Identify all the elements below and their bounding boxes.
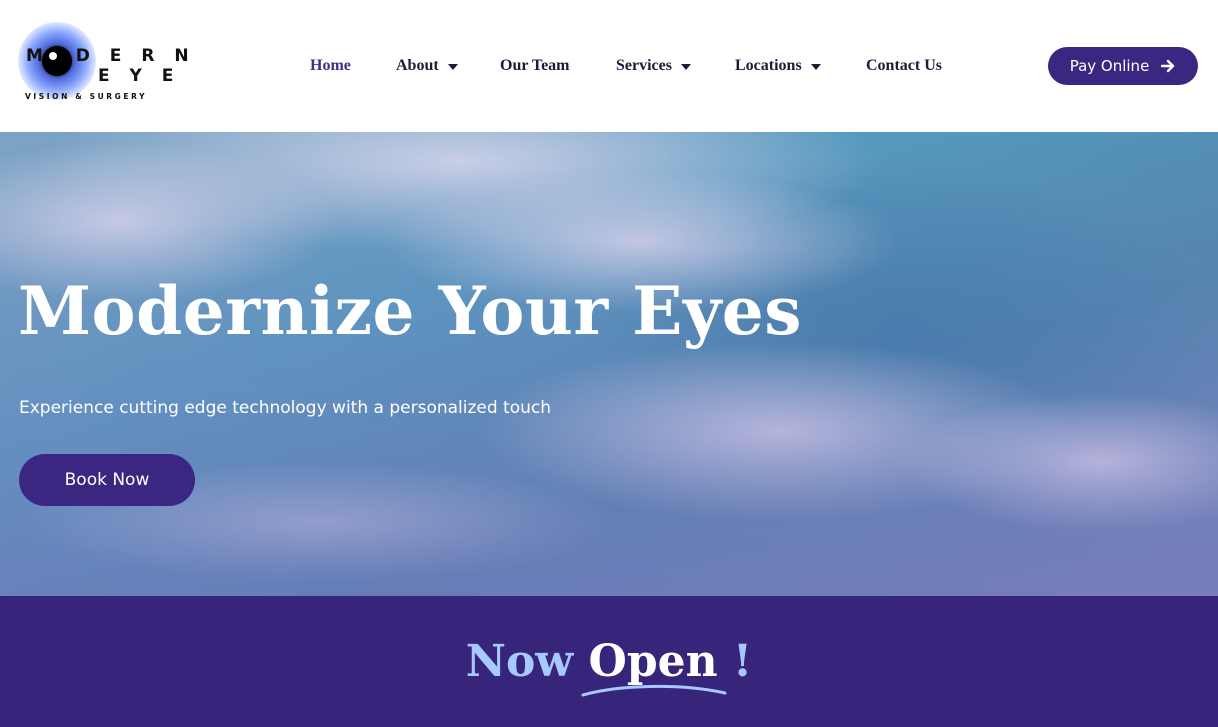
pay-online-label: Pay Online: [1069, 57, 1150, 75]
nav-our-team-label: Our Team: [500, 57, 570, 74]
nav-our-team[interactable]: Our Team: [500, 54, 570, 78]
hero-section: Modernize Your Eyes Experience cutting e…: [0, 132, 1218, 596]
chevron-down-icon[interactable]: [680, 64, 691, 70]
nav-about-label: About: [396, 57, 439, 74]
hero-title: Modernize Your Eyes: [18, 272, 802, 350]
nav-services[interactable]: Services: [616, 54, 691, 78]
now-open-section: Now Open !: [0, 596, 1218, 727]
site-header: M D E R N E Y E VISION & SURGERY Home Ab…: [0, 0, 1218, 132]
nav-contact-us-label: Contact Us: [866, 57, 942, 74]
logo-text-tagline: VISION & SURGERY: [25, 92, 148, 101]
nav-contact-us[interactable]: Contact Us: [866, 54, 942, 78]
heading-word-now: Now: [465, 636, 574, 687]
nav-home[interactable]: Home: [310, 54, 351, 78]
pay-online-button[interactable]: Pay Online: [1048, 47, 1198, 85]
logo-text-eye: E Y E: [98, 66, 181, 86]
chevron-down-icon[interactable]: [447, 64, 458, 70]
book-now-button[interactable]: Book Now: [19, 454, 195, 506]
heading-exclamation: !: [732, 636, 753, 687]
hero-background-image: [0, 132, 1218, 596]
nav-locations-label: Locations: [735, 57, 802, 74]
book-now-label: Book Now: [64, 470, 150, 490]
nav-services-label: Services: [616, 57, 672, 74]
site-logo[interactable]: M D E R N E Y E VISION & SURGERY: [16, 20, 189, 104]
nav-locations[interactable]: Locations: [735, 54, 821, 78]
heading-word-open: Open: [581, 636, 727, 697]
nav-about[interactable]: About: [396, 54, 458, 78]
chevron-down-icon[interactable]: [810, 64, 821, 70]
arrow-right-icon: [1161, 59, 1176, 73]
hero-subtitle: Experience cutting edge technology with …: [19, 398, 552, 418]
brush-underline-icon: [581, 684, 727, 697]
nav-home-label: Home: [310, 57, 351, 74]
now-open-heading: Now Open !: [0, 636, 1218, 697]
logo-text-modern: M D E R N: [26, 46, 196, 66]
